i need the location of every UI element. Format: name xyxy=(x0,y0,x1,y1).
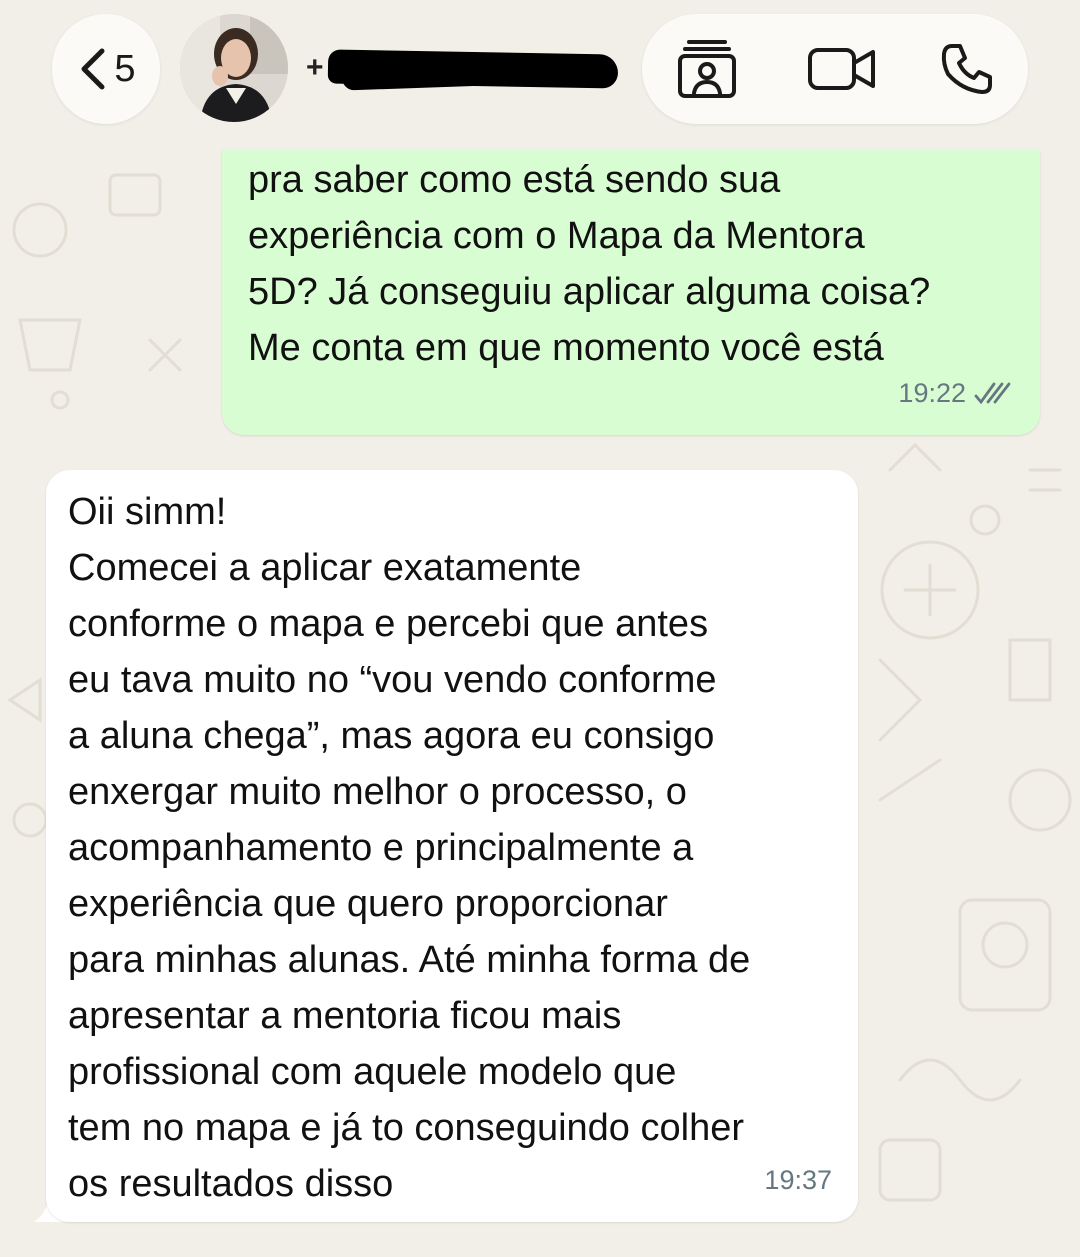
outgoing-message-bubble[interactable]: pra saber como está sendo sua experiênci… xyxy=(222,150,1040,435)
message-meta: 19:37 xyxy=(764,1152,832,1208)
contact-avatar[interactable] xyxy=(180,14,288,122)
contact-name[interactable]: + xyxy=(306,48,619,91)
contact-phone-prefix: + xyxy=(306,51,324,84)
avatar-photo xyxy=(180,14,288,122)
header-actions xyxy=(642,14,1028,124)
double-check-icon xyxy=(974,382,1011,405)
incoming-message-bubble[interactable]: Oii simm! Comecei a aplicar exatamente c… xyxy=(46,470,858,1222)
phone-icon xyxy=(941,44,992,94)
video-call-button[interactable] xyxy=(792,14,892,124)
message-text: pra saber como está sendo sua experiênci… xyxy=(248,159,931,369)
unread-count: 5 xyxy=(114,47,136,90)
message-time: 19:37 xyxy=(764,1165,832,1195)
contact-card-icon xyxy=(678,40,736,98)
voice-call-button[interactable] xyxy=(922,14,1012,124)
contact-card-button[interactable] xyxy=(662,14,752,124)
message-text: Oii simm! Comecei a aplicar exatamente c… xyxy=(68,491,751,1205)
chevron-left-icon xyxy=(81,48,105,90)
back-button[interactable]: 5 xyxy=(52,14,160,124)
message-time: 19:22 xyxy=(898,378,966,408)
message-meta: 19:22 xyxy=(898,365,1014,421)
chat-header: 5 + xyxy=(0,0,1080,140)
video-camera-icon xyxy=(808,48,875,90)
